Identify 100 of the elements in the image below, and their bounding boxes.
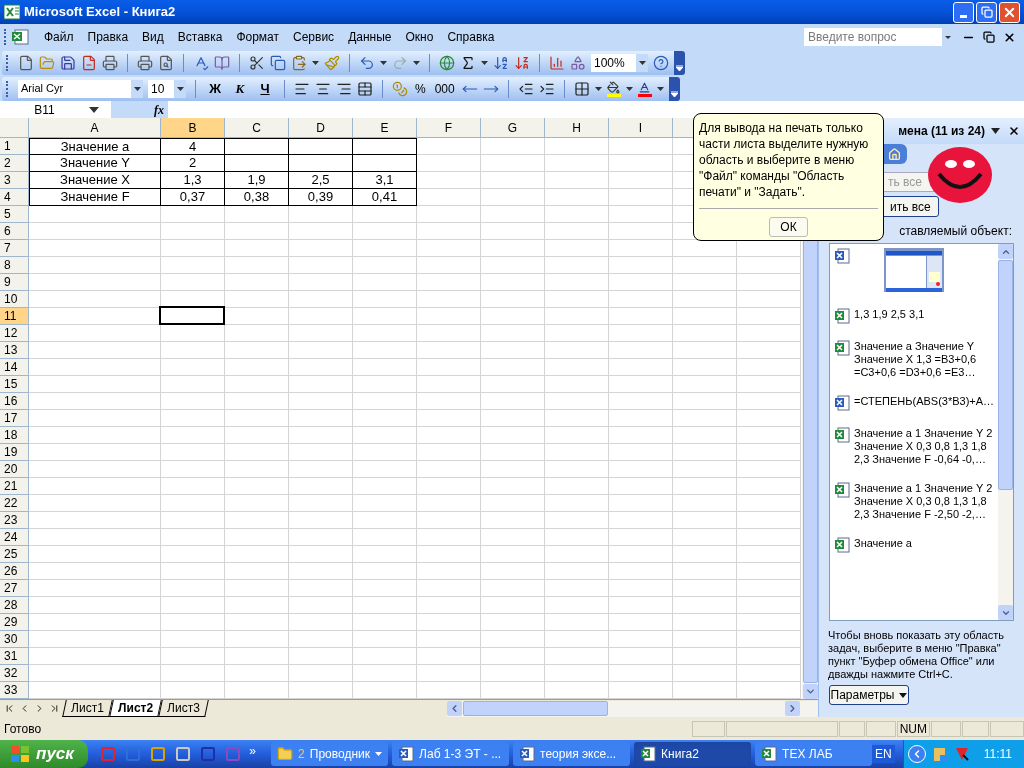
row-header[interactable]: 22 bbox=[0, 495, 29, 512]
clipboard-item[interactable]: Значение а 1 Значение Y 2 Значение X 0,3 0,8 1,3 1,8 2,3 Значение F -0,64 -0,… bbox=[834, 427, 998, 466]
table-cell[interactable] bbox=[225, 138, 289, 155]
table-cell[interactable]: 0,37 bbox=[161, 189, 225, 206]
sort-descending-icon[interactable] bbox=[514, 55, 530, 71]
row-header[interactable]: 25 bbox=[0, 546, 29, 563]
menu-item[interactable]: Сервис bbox=[286, 28, 342, 46]
table-cell[interactable] bbox=[289, 155, 353, 172]
row-header[interactable]: 29 bbox=[0, 614, 29, 631]
clipboard-item[interactable]: Значение а 1 Значение Y 2 Значение X 0,3 0,8 1,3 1,8 2,3 Значение F -2,50 -2,… bbox=[834, 482, 998, 521]
sort-ascending-icon[interactable] bbox=[493, 55, 509, 71]
row-header[interactable]: 16 bbox=[0, 393, 29, 410]
arrow-right-icon[interactable] bbox=[787, 703, 798, 714]
table-cell[interactable] bbox=[353, 155, 417, 172]
bar-chart-icon[interactable] bbox=[549, 55, 565, 71]
column-header[interactable]: B bbox=[161, 118, 225, 138]
toolbar-options-button[interactable] bbox=[674, 51, 685, 75]
minimize-button[interactable] bbox=[953, 1, 974, 23]
row-header[interactable]: 15 bbox=[0, 376, 29, 393]
menu-item[interactable]: Вид bbox=[135, 28, 171, 46]
row-header[interactable]: 20 bbox=[0, 461, 29, 478]
fill-color-icon[interactable] bbox=[606, 80, 621, 97]
shapes-icon[interactable] bbox=[570, 55, 586, 71]
name-box[interactable]: B11 bbox=[0, 101, 112, 118]
language-indicator[interactable]: EN bbox=[872, 745, 895, 763]
clipboard-item[interactable]: =СТЕПЕНЬ(ABS(3*B3)+A… bbox=[834, 395, 998, 411]
close-icon[interactable] bbox=[1008, 125, 1020, 137]
row-header[interactable]: 33 bbox=[0, 682, 29, 699]
caret-icon[interactable] bbox=[594, 86, 602, 91]
menu-item[interactable]: Вставка bbox=[170, 28, 230, 46]
clipboard-item[interactable]: Значение а bbox=[834, 537, 998, 553]
caret-icon[interactable] bbox=[625, 86, 633, 91]
select-all-corner[interactable] bbox=[0, 118, 29, 138]
column-header[interactable]: G bbox=[481, 118, 545, 138]
paintbrush-icon[interactable] bbox=[324, 55, 340, 71]
row-header[interactable]: 9 bbox=[0, 274, 29, 291]
row-header[interactable]: 24 bbox=[0, 529, 29, 546]
caret-icon[interactable] bbox=[133, 86, 141, 91]
taskbar-button[interactable]: Книга2 bbox=[634, 742, 752, 766]
font-name-combo[interactable]: Arial Cyr bbox=[18, 79, 143, 98]
tray-app-icon[interactable] bbox=[953, 746, 970, 762]
table-cell[interactable]: 2 bbox=[161, 155, 225, 172]
caret-icon[interactable] bbox=[312, 61, 319, 65]
merge-cells-icon[interactable] bbox=[357, 80, 373, 97]
list-scrollbar[interactable] bbox=[998, 244, 1013, 620]
menu-item[interactable]: Окно bbox=[398, 28, 441, 46]
row-header[interactable]: 3 bbox=[0, 172, 29, 189]
ok-button[interactable]: ОК bbox=[769, 217, 808, 237]
menu-item[interactable]: Справка bbox=[440, 28, 502, 46]
redo-icon[interactable] bbox=[392, 55, 408, 71]
caret-icon[interactable] bbox=[656, 86, 664, 91]
row-header[interactable]: 31 bbox=[0, 648, 29, 665]
thousands-button[interactable]: 000 bbox=[432, 79, 457, 98]
table-cell[interactable]: 0,38 bbox=[225, 189, 289, 206]
scissors-icon[interactable] bbox=[249, 55, 265, 71]
coins-icon[interactable] bbox=[392, 80, 408, 97]
table-cell[interactable]: Значение а bbox=[29, 138, 161, 155]
column-header[interactable]: I bbox=[609, 118, 673, 138]
table-cell[interactable]: 3,1 bbox=[353, 172, 417, 189]
row-header[interactable]: 7 bbox=[0, 240, 29, 257]
row-header[interactable]: 19 bbox=[0, 444, 29, 461]
row-header[interactable]: 27 bbox=[0, 580, 29, 597]
column-header[interactable] bbox=[673, 118, 693, 138]
folder-icon[interactable] bbox=[39, 55, 55, 71]
row-header[interactable]: 32 bbox=[0, 665, 29, 682]
font-style-button[interactable]: Ж bbox=[205, 78, 225, 99]
horizontal-scrollbar[interactable] bbox=[446, 700, 818, 717]
font-style-button[interactable]: К bbox=[230, 78, 250, 99]
help-icon[interactable] bbox=[653, 55, 669, 71]
spell-check-icon[interactable] bbox=[193, 55, 209, 71]
table-cell[interactable]: Значение Y bbox=[29, 155, 161, 172]
taskbar-button[interactable]: Лаб 1-3 ЭТ - ... bbox=[392, 742, 510, 766]
font-style-button[interactable]: Ч bbox=[255, 78, 275, 99]
row-header[interactable]: 1 bbox=[0, 138, 29, 155]
caret-icon[interactable] bbox=[413, 61, 420, 65]
globe-icon[interactable] bbox=[439, 55, 455, 71]
clipboard-icon[interactable] bbox=[291, 55, 307, 71]
table-cell[interactable]: Значение F bbox=[29, 189, 161, 206]
copy-icon[interactable] bbox=[270, 55, 286, 71]
more-icons-chevron[interactable]: » bbox=[249, 742, 268, 760]
column-header[interactable]: C bbox=[225, 118, 289, 138]
zoom-combo[interactable]: 100% bbox=[591, 54, 648, 72]
undo-icon[interactable] bbox=[359, 55, 375, 71]
table-cell[interactable]: Значение X bbox=[29, 172, 161, 189]
sheet-tab[interactable]: Лист1 bbox=[62, 699, 113, 717]
printer-icon[interactable] bbox=[137, 55, 153, 71]
spreadsheet-icon[interactable] bbox=[11, 29, 29, 45]
taskbar-button[interactable]: ТЕХ ЛАБ bbox=[755, 742, 873, 766]
row-header[interactable]: 26 bbox=[0, 563, 29, 580]
quick-launch-icon[interactable] bbox=[200, 746, 217, 762]
restore-icon[interactable] bbox=[983, 31, 995, 43]
menu-item[interactable]: Данные bbox=[341, 28, 399, 46]
options-button[interactable]: Параметры bbox=[829, 685, 909, 705]
row-header[interactable]: 13 bbox=[0, 342, 29, 359]
quick-launch-icon[interactable] bbox=[150, 746, 167, 762]
borders-icon[interactable] bbox=[573, 80, 590, 97]
row-header[interactable]: 4 bbox=[0, 189, 29, 206]
close-button[interactable] bbox=[999, 1, 1020, 23]
clipboard-item[interactable]: 1,3 1,9 2,5 3,1 bbox=[834, 308, 998, 324]
menu-item[interactable]: Формат bbox=[229, 28, 287, 46]
